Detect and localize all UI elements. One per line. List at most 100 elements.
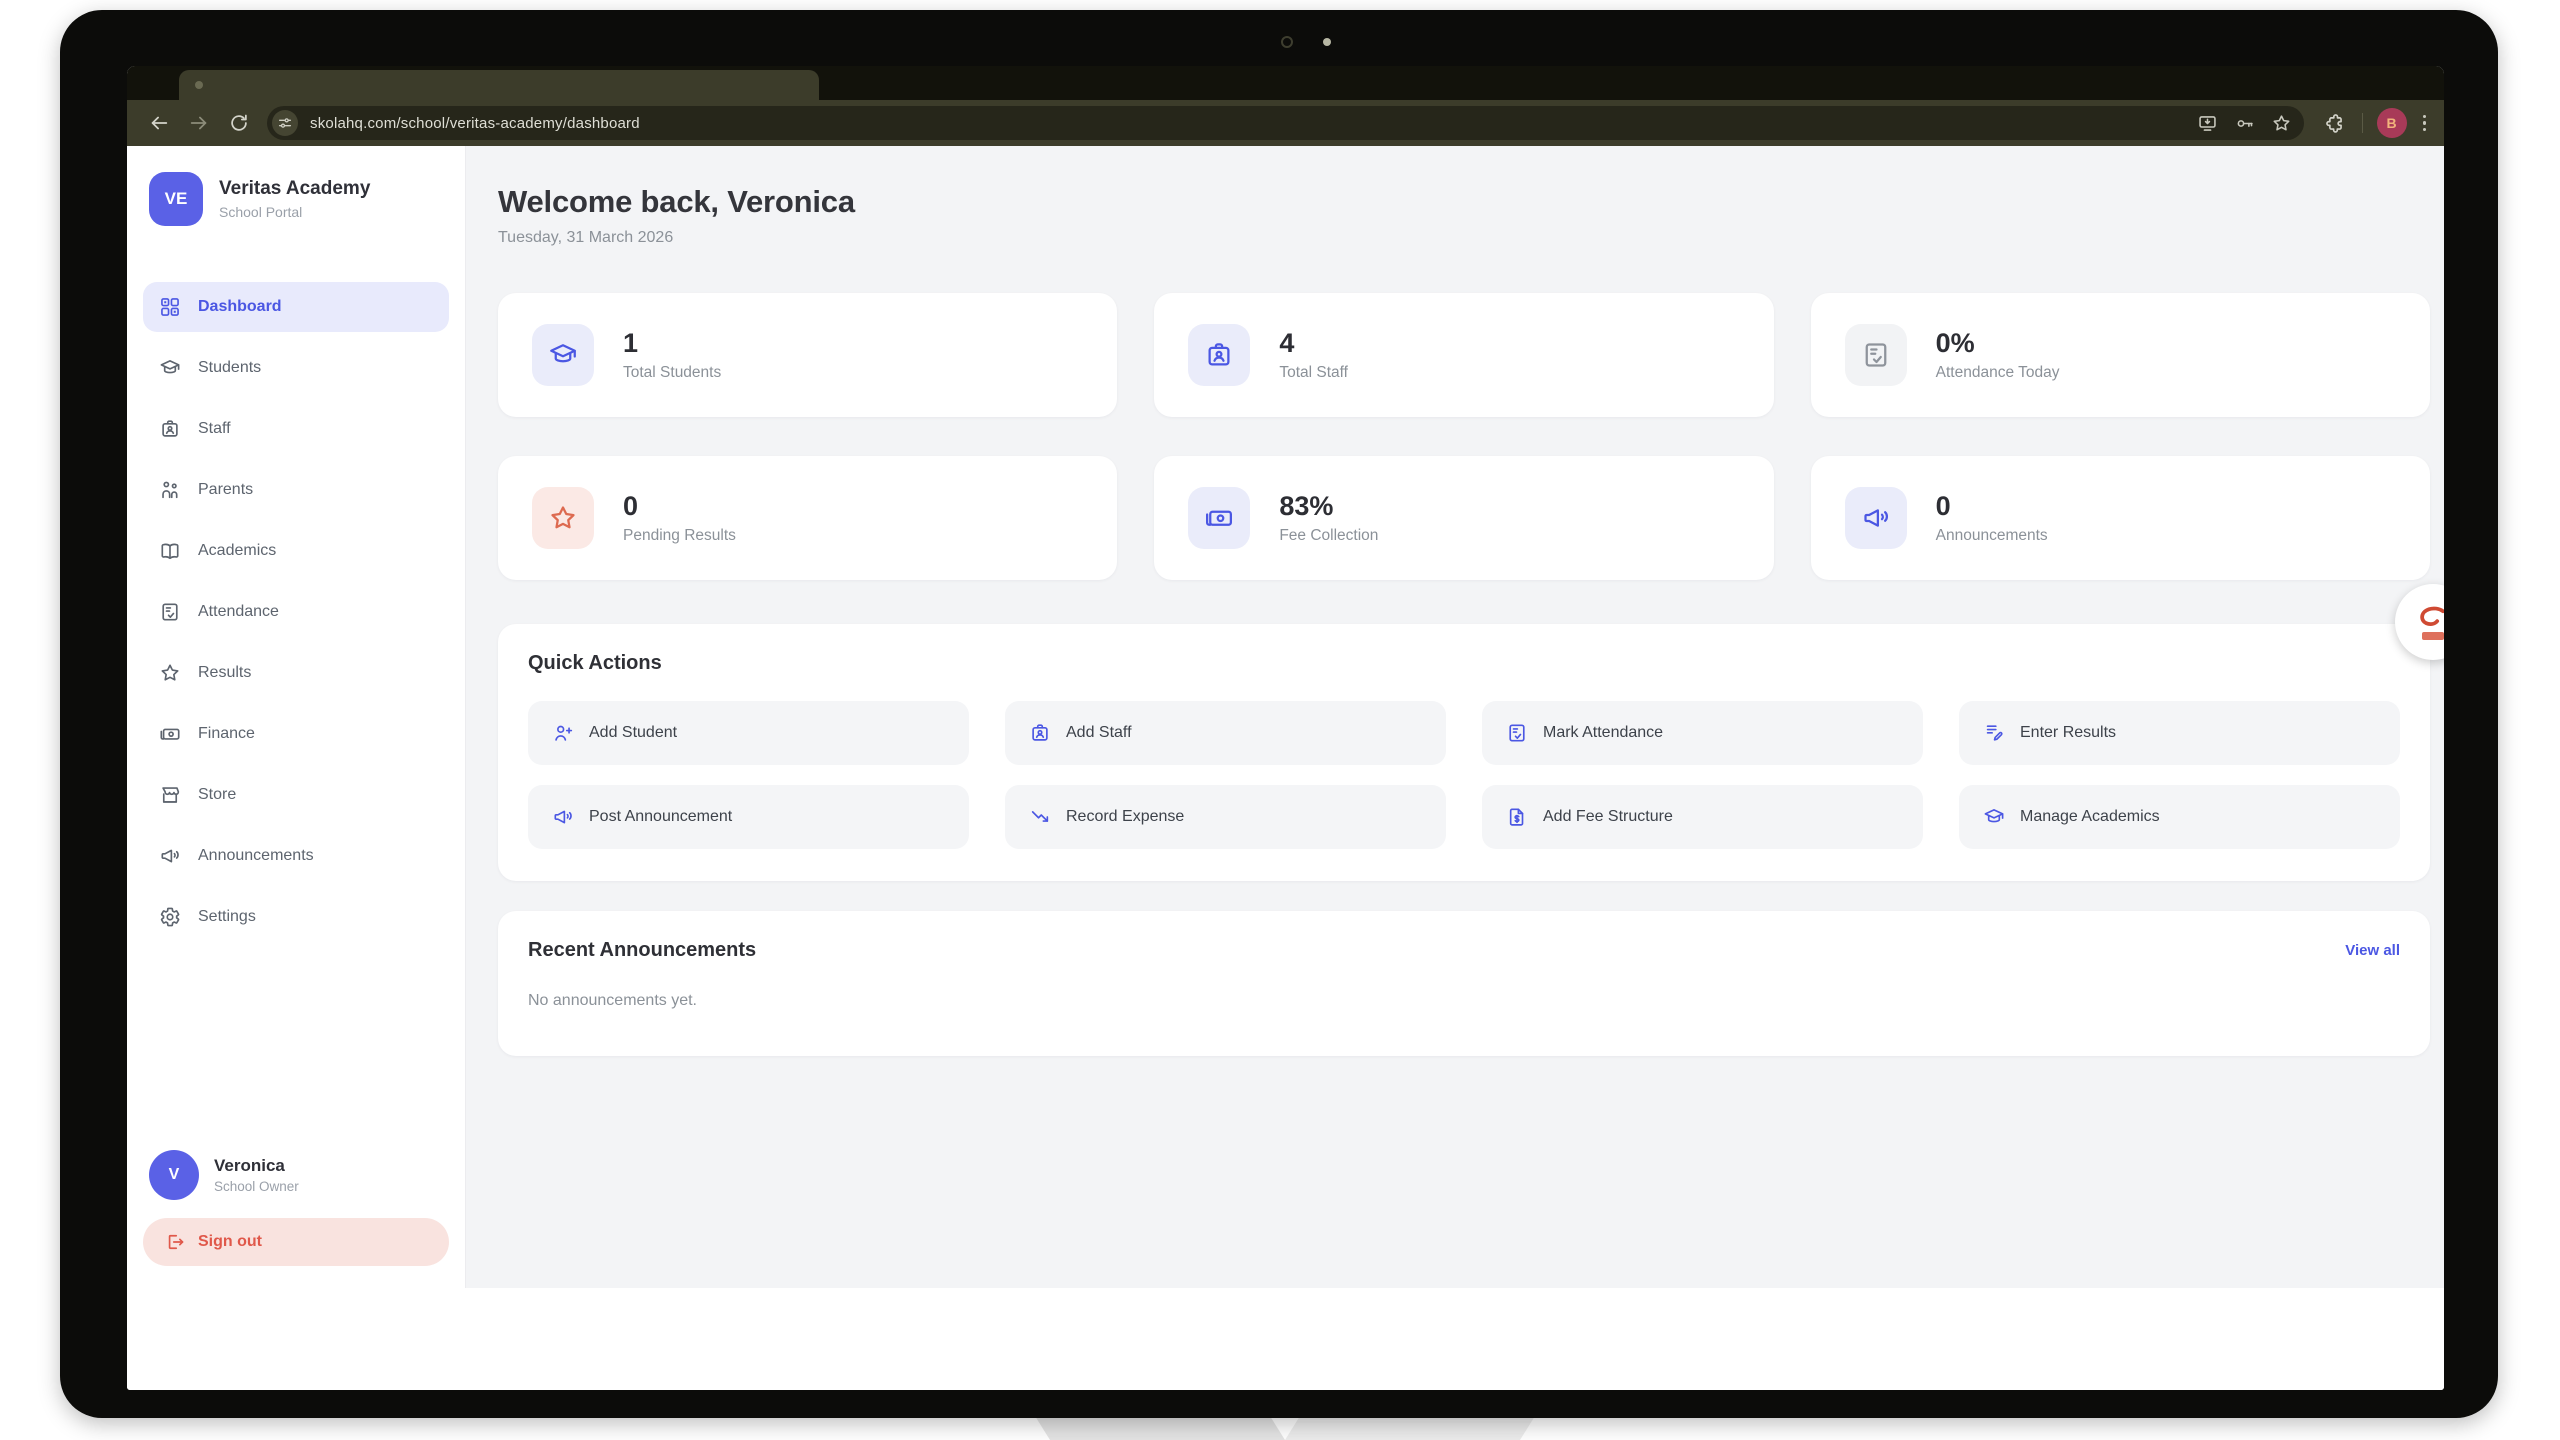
stat-label: Total Staff [1279, 364, 1348, 382]
sidebar-nav: Dashboard Students Staff Parents Academics At… [143, 282, 449, 942]
dashboard-grid-icon [159, 296, 181, 318]
school-avatar: VE [149, 172, 203, 226]
megaphone-icon [1861, 503, 1891, 533]
stats-grid: 1Total Students 4 Total Staff 0% Attendance … [498, 293, 2430, 580]
page-date: Tuesday, 31 March 2026 [498, 229, 2430, 247]
sidebar-item-parents[interactable]: Parents [143, 465, 449, 515]
back-icon[interactable] [146, 110, 172, 136]
quick-action-manage-academics[interactable]: Manage Academics [1959, 785, 2400, 849]
quick-action-label: Add Fee Structure [1543, 808, 1673, 826]
url-text[interactable]: skolahq.com/school/veritas-academy/dashb… [310, 115, 2197, 132]
banknote-icon [1204, 503, 1234, 533]
main-content: Welcome back, Veronica Tuesday, 31 March… [466, 146, 2444, 1288]
logout-icon [165, 1232, 185, 1252]
address-bar[interactable]: skolahq.com/school/veritas-academy/dashb… [267, 106, 2304, 140]
browser-tabstrip [127, 66, 2444, 100]
browser-tab[interactable] [179, 70, 819, 100]
quick-action-label: Enter Results [2020, 724, 2116, 742]
sidebar-item-announcements[interactable]: Announcements [143, 831, 449, 881]
bookmark-star-icon[interactable] [2271, 113, 2292, 134]
graduation-cap-icon [1983, 806, 2005, 828]
stat-value: 1 [623, 328, 721, 359]
stat-icon-tile [1845, 487, 1907, 549]
gear-icon [159, 906, 181, 928]
sign-out-button[interactable]: Sign out [143, 1218, 449, 1266]
sidebar-item-label: Results [198, 664, 251, 682]
quick-action-enter-results[interactable]: Enter Results [1959, 701, 2400, 765]
quick-action-add-fee-structure[interactable]: Add Fee Structure [1482, 785, 1923, 849]
quick-actions-title: Quick Actions [528, 652, 2400, 675]
browser-window: skolahq.com/school/veritas-academy/dashb… [127, 66, 2444, 1390]
school-header: VE Veritas Academy School Portal [143, 172, 449, 226]
quick-action-add-student[interactable]: Add Student [528, 701, 969, 765]
sidebar-item-staff[interactable]: Staff [143, 404, 449, 454]
sidebar-item-academics[interactable]: Academics [143, 526, 449, 576]
app-layout: VE Veritas Academy School Portal Dashboa… [127, 146, 2444, 1288]
desktop: skolahq.com/school/veritas-academy/dashb… [0, 0, 2560, 1440]
quick-action-label: Mark Attendance [1543, 724, 1663, 742]
sidebar-item-results[interactable]: Results [143, 648, 449, 698]
sidebar: VE Veritas Academy School Portal Dashboa… [127, 146, 466, 1288]
sidebar-item-label: Parents [198, 481, 253, 499]
parents-icon [159, 479, 181, 501]
extensions-puzzle-icon[interactable] [2321, 110, 2347, 136]
clipboard-check-icon [1506, 722, 1528, 744]
monitor-frame: skolahq.com/school/veritas-academy/dashb… [60, 10, 2498, 1418]
sidebar-item-settings[interactable]: Settings [143, 892, 449, 942]
stat-icon-tile [532, 487, 594, 549]
sidebar-item-finance[interactable]: Finance [143, 709, 449, 759]
sidebar-item-attendance[interactable]: Attendance [143, 587, 449, 637]
quick-action-label: Record Expense [1066, 808, 1184, 826]
stat-value: 0 [623, 491, 736, 522]
stat-value: 0% [1936, 328, 2060, 359]
sidebar-item-store[interactable]: Store [143, 770, 449, 820]
sidebar-item-label: Settings [198, 908, 256, 926]
quick-action-post-announcement[interactable]: Post Announcement [528, 785, 969, 849]
quick-action-label: Add Student [589, 724, 677, 742]
star-icon [548, 503, 578, 533]
stat-card: 0Pending Results [498, 456, 1117, 580]
profile-avatar[interactable]: B [2377, 108, 2407, 138]
tab-favicon [195, 81, 203, 89]
stat-card: 4 Total Staff [1154, 293, 1773, 417]
quick-actions-panel: Quick Actions Add Student Add Staff Mark A… [498, 624, 2430, 881]
user-name: Veronica [214, 1156, 299, 1176]
sidebar-item-label: Staff [198, 420, 231, 438]
stat-icon-tile [1845, 324, 1907, 386]
site-info-icon[interactable] [272, 110, 298, 136]
watermark-logo-icon [2413, 604, 2444, 630]
password-key-icon[interactable] [2234, 113, 2255, 134]
menu-kebab-icon[interactable] [2417, 111, 2433, 136]
quick-action-record-expense[interactable]: Record Expense [1005, 785, 1446, 849]
quick-action-mark-attendance[interactable]: Mark Attendance [1482, 701, 1923, 765]
user-role: School Owner [214, 1179, 299, 1194]
stat-card: 1Total Students [498, 293, 1117, 417]
trend-down-icon [1029, 806, 1051, 828]
user-avatar: V [149, 1150, 199, 1200]
watermark-stamp [2422, 632, 2444, 640]
quick-action-label: Add Staff [1066, 724, 1132, 742]
stat-icon-tile [532, 324, 594, 386]
forward-icon[interactable] [186, 110, 212, 136]
view-all-link[interactable]: View all [2345, 942, 2400, 959]
id-badge-icon [1204, 340, 1234, 370]
open-book-icon [159, 540, 181, 562]
sidebar-item-label: Store [198, 786, 236, 804]
quick-action-label: Manage Academics [2020, 808, 2160, 826]
quick-action-label: Post Announcement [589, 808, 732, 826]
sidebar-item-dashboard[interactable]: Dashboard [143, 282, 449, 332]
doc-dollar-icon [1506, 806, 1528, 828]
save-install-icon[interactable] [2197, 113, 2218, 134]
page-viewport: VE Veritas Academy School Portal Dashboa… [127, 146, 2444, 1390]
id-badge-icon [1029, 722, 1051, 744]
stat-value: 4 [1279, 328, 1348, 359]
stat-value: 83% [1279, 491, 1378, 522]
person-plus-icon [552, 722, 574, 744]
school-name: Veritas Academy [219, 178, 370, 200]
stat-card: 0Announcements [1811, 456, 2430, 580]
sidebar-item-students[interactable]: Students [143, 343, 449, 393]
quick-action-add-staff[interactable]: Add Staff [1005, 701, 1446, 765]
reload-icon[interactable] [226, 110, 252, 136]
megaphone-icon [159, 845, 181, 867]
stat-label: Attendance Today [1936, 364, 2060, 382]
